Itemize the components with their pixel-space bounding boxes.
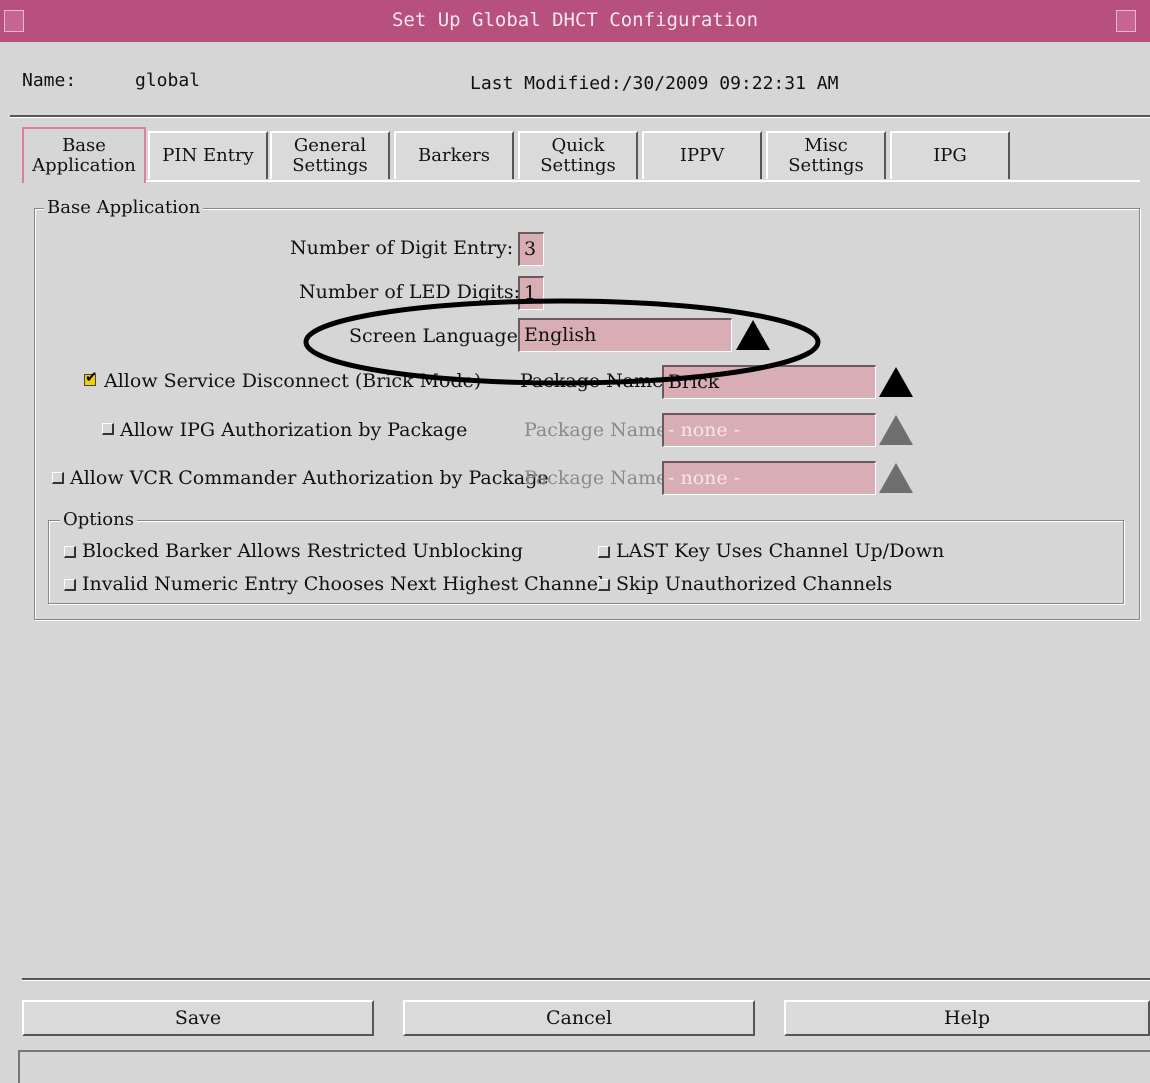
- option-last-key-label: LAST Key Uses Channel Up/Down: [616, 540, 945, 562]
- header-separator: [10, 115, 1150, 118]
- window-title: Set Up Global DHCT Configuration: [391, 9, 759, 31]
- allow-vcr-auth-label: Allow VCR Commander Authorization by Pac…: [70, 467, 549, 489]
- vcr-package-dropdown-arrow-icon: [879, 463, 913, 493]
- name-value: global: [135, 70, 201, 91]
- ipg-package-label: Package Name:: [524, 419, 674, 441]
- vcr-package-field: - none -: [662, 461, 876, 495]
- digit-entry-label: Number of Digit Entry:: [290, 237, 514, 259]
- option-skip-unauthorized-checkbox[interactable]: [598, 579, 610, 591]
- tab-baseline: [146, 180, 1140, 182]
- status-bar: [18, 1050, 1150, 1083]
- option-last-key-checkbox[interactable]: [598, 546, 610, 558]
- minimize-icon[interactable]: [1116, 10, 1136, 32]
- tab-ipg[interactable]: IPG: [890, 131, 1010, 179]
- last-modified: Last Modified:/30/2009 09:22:31 AM: [470, 73, 838, 94]
- option-blocked-barker-checkbox[interactable]: [64, 546, 76, 558]
- footer-separator: [22, 978, 1150, 981]
- window-titlebar: Set Up Global DHCT Configuration: [0, 0, 1150, 42]
- tab-general-settings[interactable]: General Settings: [270, 131, 390, 179]
- option-skip-unauthorized-label: Skip Unauthorized Channels: [616, 573, 893, 595]
- help-button[interactable]: Help: [784, 1000, 1150, 1036]
- save-button[interactable]: Save: [22, 1000, 374, 1036]
- option-invalid-numeric-label: Invalid Numeric Entry Chooses Next Highe…: [82, 573, 605, 595]
- name-label: Name:: [22, 70, 77, 91]
- cancel-button[interactable]: Cancel: [403, 1000, 755, 1036]
- brick-package-dropdown-arrow-icon[interactable]: [879, 367, 913, 397]
- digit-entry-field[interactable]: 3: [518, 232, 544, 266]
- last-modified-value: /30/2009 09:22:31 AM: [621, 73, 839, 94]
- tab-ippv[interactable]: IPPV: [642, 131, 762, 179]
- options-group-label: Options: [60, 509, 137, 530]
- ipg-package-field: - none -: [662, 413, 876, 447]
- highlight-ellipse: [303, 298, 821, 386]
- tab-base-application[interactable]: Base Application: [22, 127, 146, 183]
- tab-barkers[interactable]: Barkers: [394, 131, 514, 179]
- option-blocked-barker-label: Blocked Barker Allows Restricted Unblock…: [82, 540, 524, 562]
- option-invalid-numeric-checkbox[interactable]: [64, 579, 76, 591]
- tab-pin-entry[interactable]: PIN Entry: [148, 131, 268, 179]
- last-modified-label: Last Modified:: [470, 73, 622, 94]
- base-application-group-label: Base Application: [44, 197, 204, 218]
- tab-misc-settings[interactable]: Misc Settings: [766, 131, 886, 179]
- allow-vcr-auth-checkbox[interactable]: [52, 472, 64, 484]
- allow-ipg-auth-label: Allow IPG Authorization by Package: [120, 419, 468, 441]
- tab-quick-settings[interactable]: Quick Settings: [518, 131, 638, 179]
- vcr-package-label: Package Name:: [524, 467, 674, 489]
- window-menu-icon[interactable]: [4, 10, 24, 32]
- allow-service-disconnect-checkbox[interactable]: [84, 368, 98, 386]
- ipg-package-dropdown-arrow-icon: [879, 415, 913, 445]
- allow-ipg-auth-checkbox[interactable]: [102, 423, 114, 435]
